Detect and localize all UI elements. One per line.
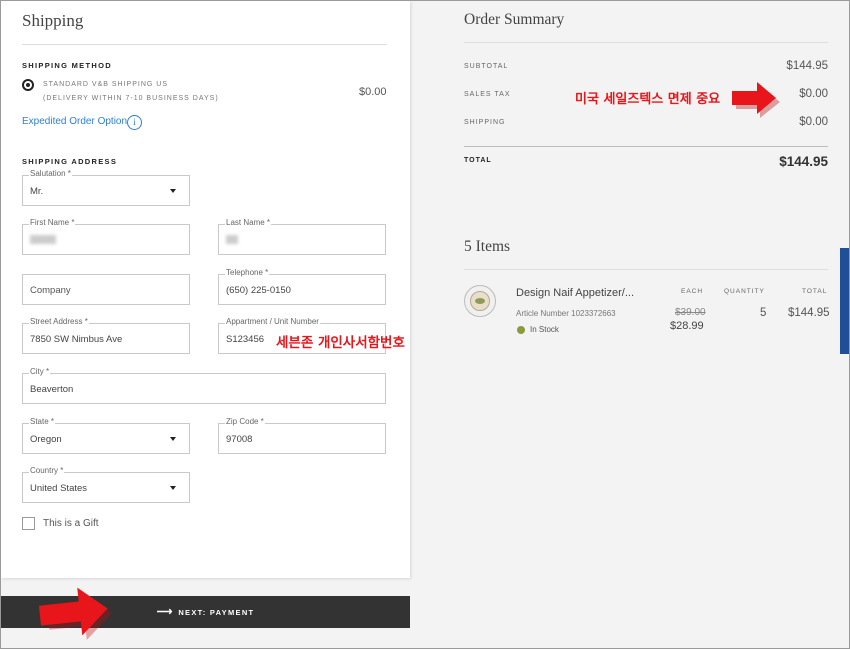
- subtotal-value: $144.95: [786, 60, 828, 72]
- last-name-label: Last Name *: [225, 218, 272, 227]
- tax-annotation: 미국 세일즈텍스 면제 중요: [575, 92, 721, 107]
- stock-status: In Stock: [530, 325, 559, 334]
- article-number: Article Number 1023372663: [516, 309, 616, 318]
- shipping-address-heading: SHIPPING ADDRESS: [22, 157, 118, 166]
- arrow-right-icon: ⟶: [156, 606, 173, 618]
- shipping-method-heading: SHIPPING METHOD: [22, 61, 112, 70]
- street-address-value: 7850 SW Nimbus Ave: [30, 334, 123, 345]
- divider: [22, 44, 387, 45]
- apartment-label: Appartment / Unit Number: [225, 317, 320, 326]
- state-select[interactable]: State * Oregon: [22, 417, 190, 454]
- first-name-label: First Name *: [29, 218, 76, 227]
- info-icon[interactable]: i: [127, 115, 142, 130]
- telephone-value: (650) 225-0150: [226, 285, 291, 296]
- each-column-header: EACH: [681, 288, 704, 295]
- country-label: Country *: [29, 466, 65, 475]
- first-name-field[interactable]: First Name *: [22, 218, 190, 255]
- state-label: State *: [29, 417, 56, 426]
- item-line-total: $144.95: [788, 307, 830, 319]
- subtotal-label: SUBTOTAL: [464, 63, 509, 70]
- state-value: Oregon: [30, 434, 62, 445]
- telephone-field[interactable]: Telephone * (650) 225-0150: [218, 268, 386, 305]
- quantity-column-header: QUANTITY: [724, 288, 765, 295]
- redacted-first-name: [30, 235, 56, 244]
- item-sale-price: $28.99: [670, 320, 704, 332]
- company-placeholder: Company: [30, 285, 71, 296]
- chevron-down-icon: [170, 437, 176, 441]
- salutation-value: Mr.: [30, 186, 44, 197]
- items-title: 5 Items: [464, 238, 511, 255]
- shipping-method-delivery: (DELIVERY WITHIN 7-10 BUSINESS DAYS): [43, 95, 219, 102]
- street-address-field[interactable]: Street Address * 7850 SW Nimbus Ave: [22, 317, 190, 354]
- total-value: $144.95: [779, 154, 828, 169]
- street-address-label: Street Address *: [29, 317, 89, 326]
- country-value: United States: [30, 483, 88, 494]
- red-arrow-icon: [38, 587, 113, 640]
- city-label: City *: [29, 367, 51, 376]
- shipping-method-price: $0.00: [359, 86, 387, 98]
- salutation-select[interactable]: Salutation * Mr.: [22, 169, 190, 206]
- shipping-panel: Shipping SHIPPING METHOD STANDARD V&B SH…: [1, 1, 410, 578]
- last-name-field[interactable]: Last Name *: [218, 218, 386, 255]
- standard-shipping-radio[interactable]: [22, 79, 34, 91]
- gift-label: This is a Gift: [43, 518, 99, 529]
- zip-code-value: 97008: [226, 434, 253, 445]
- shipping-method-name: STANDARD V&B SHIPPING US: [43, 81, 169, 88]
- total-column-header: TOTAL: [802, 288, 828, 295]
- divider: [464, 42, 828, 43]
- salutation-label: Salutation *: [29, 169, 72, 178]
- zip-code-label: Zip Code *: [225, 417, 265, 426]
- shipping-title: Shipping: [22, 11, 84, 30]
- item-quantity: 5: [760, 307, 767, 319]
- country-select[interactable]: Country * United States: [22, 466, 190, 503]
- city-value: Beaverton: [30, 384, 74, 395]
- zip-code-field[interactable]: Zip Code * 97008: [218, 417, 386, 454]
- divider: [464, 269, 828, 270]
- next-payment-label: NEXT: PAYMENT: [178, 608, 255, 617]
- sales-tax-value: $0.00: [799, 88, 828, 100]
- divider: [464, 146, 828, 147]
- side-feedback-tab[interactable]: [840, 248, 850, 354]
- chevron-down-icon: [170, 189, 176, 193]
- item-name[interactable]: Design Naif Appetizer/...: [516, 287, 634, 299]
- red-arrow-icon: [732, 82, 780, 118]
- telephone-label: Telephone *: [225, 268, 270, 277]
- shipping-cost-value: $0.00: [799, 116, 828, 128]
- chevron-down-icon: [170, 486, 176, 490]
- total-label: TOTAL: [464, 157, 492, 164]
- sales-tax-label: SALES TAX: [464, 91, 511, 98]
- shipping-cost-label: SHIPPING: [464, 119, 506, 126]
- expedited-order-link[interactable]: Expedited Order Option: [22, 116, 127, 127]
- order-summary-title: Order Summary: [464, 11, 565, 28]
- product-thumbnail[interactable]: [464, 285, 496, 317]
- city-field[interactable]: City * Beaverton: [22, 367, 386, 404]
- gift-checkbox[interactable]: [22, 517, 35, 530]
- apartment-value: S123456: [226, 334, 265, 345]
- in-stock-dot-icon: [517, 326, 525, 334]
- redacted-last-name: [226, 235, 238, 244]
- company-field[interactable]: Company: [22, 274, 190, 305]
- item-original-price: $39.00: [675, 307, 706, 318]
- apartment-annotation: 세븐존 개인사서함번호: [276, 335, 405, 351]
